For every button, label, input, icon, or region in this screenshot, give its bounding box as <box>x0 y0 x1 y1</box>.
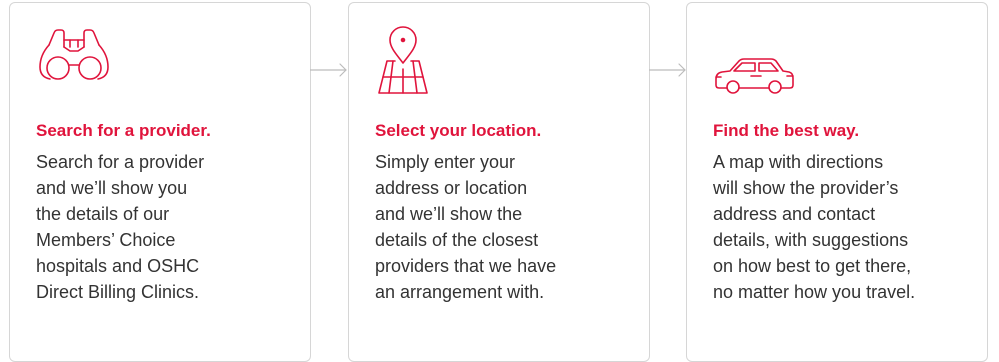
arrow-right-icon <box>310 61 349 79</box>
step-card-location: Select your location. Simply enter your … <box>348 2 650 362</box>
step-description: Search for a provider and we’ll show you… <box>36 152 205 302</box>
step-title: Select your location. <box>375 121 542 140</box>
arrow-right-icon <box>649 61 688 79</box>
step-title: Find the best way. <box>713 121 860 140</box>
binoculars-icon <box>36 25 112 87</box>
step-card-directions: Find the best way. A map with directions… <box>686 2 988 362</box>
step-description: A map with directions will show the prov… <box>713 152 916 302</box>
step-description: Simply enter your address or location an… <box>375 152 557 302</box>
step-card-search: Search for a provider. Search for a prov… <box>9 2 311 362</box>
step-title: Search for a provider. <box>36 121 211 140</box>
car-icon <box>713 25 797 97</box>
map-location-pin-icon <box>375 25 431 97</box>
